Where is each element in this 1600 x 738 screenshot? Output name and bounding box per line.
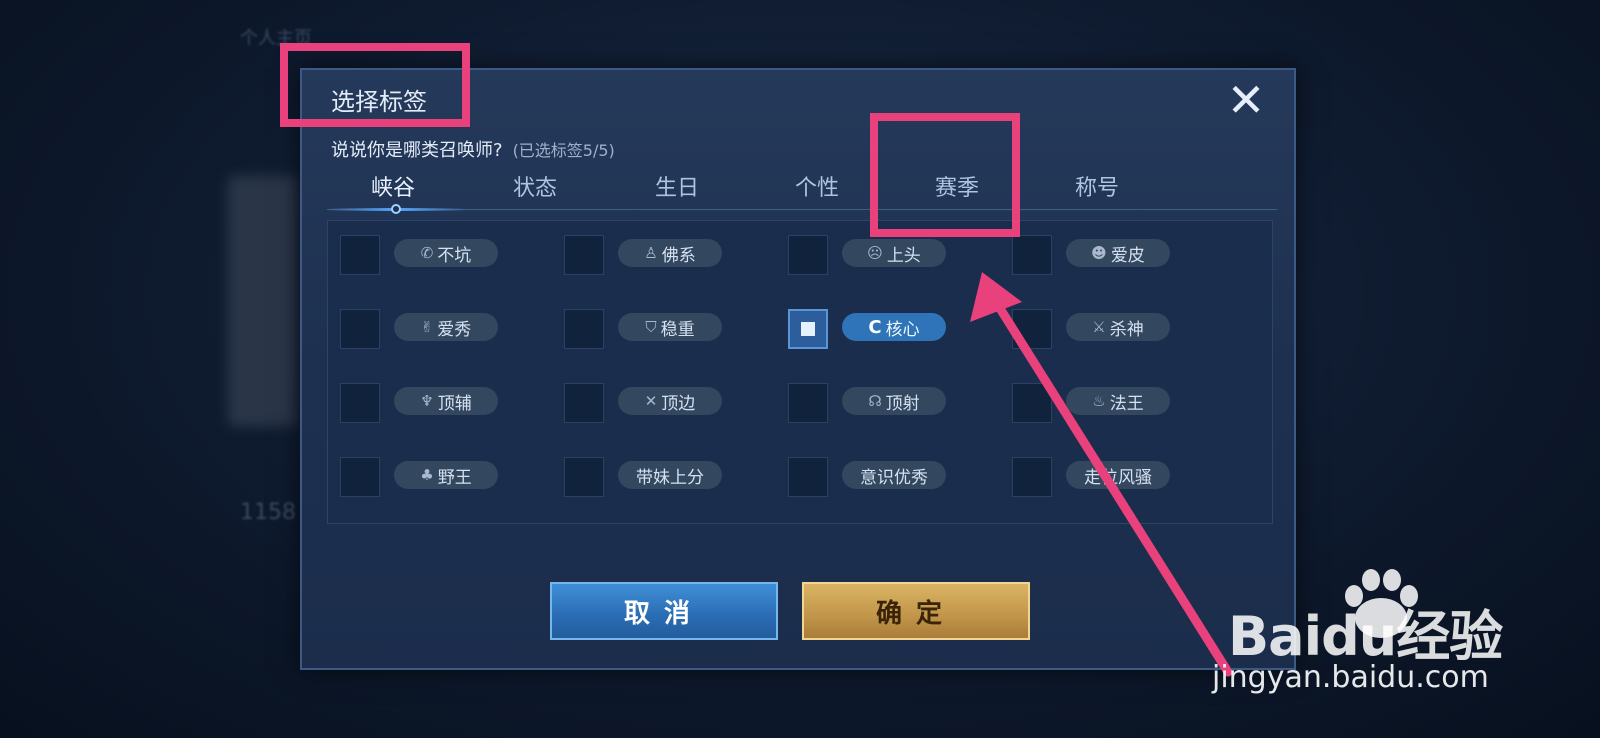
watermark-url: jingyan.baidu.com (1212, 660, 1489, 695)
